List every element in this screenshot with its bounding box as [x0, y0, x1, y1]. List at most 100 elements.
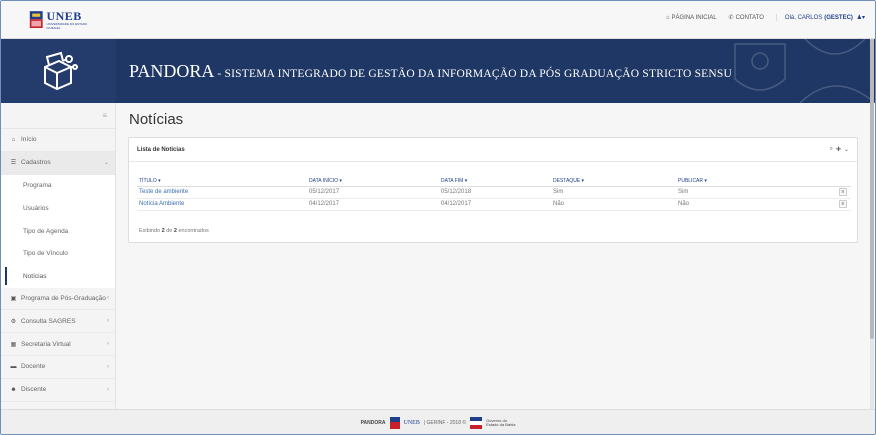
sidebar: ≡ ⌂ Início ☰ Cadastros ⌄ Programa Usuári… — [1, 103, 116, 409]
home-link[interactable]: ⌂ PÁGINA INICIAL — [666, 15, 717, 21]
count-prefix: Exibindo — [139, 228, 162, 234]
sidebar-item-label: Início — [21, 136, 37, 144]
sidebar-subitem-label: Tipo de Vínculo — [23, 250, 68, 258]
home-link-label: PÁGINA INICIAL — [671, 14, 717, 21]
table-row[interactable]: Teste de ambiente 05/12/2017 05/12/2018 … — [137, 186, 851, 199]
pandora-box-icon — [43, 51, 78, 91]
user-menu[interactable]: Olá, CARLOS (GESTEC) ♟▾ — [775, 14, 865, 21]
sidebar-subitem-label: Programa — [23, 182, 52, 190]
count-mid: de — [164, 228, 174, 234]
book-icon: ▣ — [10, 295, 17, 302]
news-table: TÍTULO ▾ DATA INÍCIO ▾ DATA FIM ▾ DESTAQ… — [137, 176, 851, 211]
list-icon: ☰ — [10, 160, 17, 167]
top-nav: ⌂ PÁGINA INICIAL ✆ CONTATO Olá, CARLOS (… — [666, 14, 865, 21]
chevron-left-icon: ‹ — [107, 295, 109, 302]
top-bar: UNEB UNIVERSIDADE DO ESTADO DA BAHIA ⌂ P… — [1, 1, 875, 39]
sidebar-subitem-label: Notícias — [23, 272, 47, 280]
count-suffix: encontrados — [176, 228, 209, 234]
sidebar-toggle[interactable]: ≡ — [1, 103, 115, 129]
uneb-shield-icon — [389, 416, 400, 429]
scrollbar-thumb[interactable] — [870, 39, 874, 339]
search-icon[interactable]: ⌕ — [830, 146, 833, 153]
uneb-logo[interactable]: UNEB UNIVERSIDADE DO ESTADO DA BAHIA — [29, 7, 91, 33]
panel-tools: ⌕ ✚ ⌄ — [830, 146, 849, 153]
panel-title: Lista de Notícias — [137, 146, 185, 153]
bahia-government-icon — [470, 416, 483, 429]
cell-actions: ≡ — [837, 198, 851, 211]
cell-destaque: Não — [551, 198, 676, 211]
sidebar-item-label: Consulta SAGRES — [21, 317, 76, 325]
sidebar-subitem-programa[interactable]: Programa — [1, 174, 115, 198]
cell-publicar: Sim — [676, 186, 837, 199]
sidebar-subitem-usuarios[interactable]: Usuários — [1, 197, 115, 220]
home-icon: ⌂ — [665, 14, 670, 21]
uneb-shield-icon — [29, 11, 43, 29]
column-header-data-fim[interactable]: DATA FIM ▾ — [439, 176, 551, 187]
sidebar-item-label: Discente — [21, 386, 47, 394]
main-content: Notícias Lista de Notícias ⌕ ✚ ⌄ TÍTULO … — [116, 103, 875, 409]
hamburger-icon: ≡ — [102, 111, 107, 120]
sidebar-item-discente[interactable]: ☻ Discente ‹ — [1, 379, 115, 402]
sidebar-item-inicio[interactable]: ⌂ Início — [1, 129, 115, 152]
gear-icon: ⚙ — [10, 318, 17, 325]
column-header-publicar[interactable]: PUBLICAR ▾ — [676, 176, 837, 187]
banner: PANDORA - SISTEMA INTEGRADO DE GESTÃO DA… — [1, 39, 875, 103]
sidebar-item-label: Cadastros — [21, 159, 51, 167]
row-menu-button[interactable]: ≡ — [839, 188, 847, 196]
sidebar-subitem-noticias[interactable]: Notícias — [1, 264, 115, 288]
cell-titulo[interactable]: Notícia Ambiente — [137, 198, 307, 211]
cell-data-fim: 05/12/2018 — [439, 186, 551, 199]
page-title: Notícias — [129, 111, 184, 128]
sidebar-item-programa-pos[interactable]: ▣ Programa de Pós-Graduação ‹ — [1, 288, 115, 311]
contact-link[interactable]: ✆ CONTATO — [728, 14, 764, 22]
column-header-actions — [837, 176, 851, 187]
sidebar-subitem-tipo-vinculo[interactable]: Tipo de Vínculo — [1, 242, 115, 265]
phone-icon: ✆ — [728, 15, 734, 21]
browser-frame: UNEB UNIVERSIDADE DO ESTADO DA BAHIA ⌂ P… — [0, 0, 876, 435]
gov-line2: Estado da Bahia — [486, 421, 516, 427]
user-role: (GESTEC) — [824, 14, 853, 21]
row-menu-button[interactable]: ≡ — [839, 200, 847, 208]
chevron-down-icon: ⌄ — [103, 160, 109, 167]
logo-text: UNEB — [46, 9, 82, 23]
column-header-destaque[interactable]: DESTAQUE ▾ — [551, 176, 676, 187]
sidebar-item-cadastros[interactable]: ☰ Cadastros ⌄ — [1, 151, 115, 175]
record-count: Exibindo 2 de 2 encontrados — [139, 228, 209, 234]
cell-publicar: Não — [676, 198, 837, 211]
column-header-titulo[interactable]: TÍTULO ▾ — [137, 176, 307, 187]
footer-brand: PANDORA — [360, 419, 386, 426]
system-title-rest: - SISTEMA INTEGRADO DE GESTÃO DA INFORMA… — [214, 68, 732, 80]
cell-data-fim: 04/12/2017 — [439, 198, 551, 211]
add-icon[interactable]: ✚ — [836, 146, 841, 153]
sidebar-item-label: Secretaria Virtual — [21, 340, 71, 348]
sidebar-item-docente[interactable]: ▬ Docente ‹ — [1, 356, 115, 379]
sidebar-item-secretaria-virtual[interactable]: ▦ Secretaria Virtual ‹ — [1, 333, 115, 356]
logo-subtext: UNIVERSIDADE DO ESTADO DA BAHIA — [46, 22, 88, 30]
user-icon: ♟▾ — [854, 15, 865, 21]
user-greeting: Olá, CARLOS — [784, 14, 823, 21]
cell-actions: ≡ — [837, 186, 851, 199]
chevron-left-icon: ‹ — [107, 341, 109, 348]
panel-header: Lista de Notícias ⌕ ✚ ⌄ — [129, 138, 857, 162]
contact-link-label: CONTATO — [735, 14, 764, 21]
chevron-down-icon[interactable]: ⌄ — [844, 146, 849, 153]
table-header-row: TÍTULO ▾ DATA INÍCIO ▾ DATA FIM ▾ DESTAQ… — [137, 176, 851, 187]
bank-icon: ▦ — [10, 341, 17, 348]
sidebar-item-consulta-sagres[interactable]: ⚙ Consulta SAGRES ‹ — [1, 310, 115, 334]
footer: PANDORA UNEB | GERINF - 2018 © Governo d… — [1, 409, 875, 434]
pandora-logo-block[interactable] — [1, 39, 116, 103]
column-header-data-inicio[interactable]: DATA INÍCIO ▾ — [307, 176, 439, 187]
sidebar-subitem-tipo-agenda[interactable]: Tipo de Agenda — [1, 219, 115, 243]
page-scrollbar[interactable] — [870, 39, 874, 409]
users-icon: ☻ — [10, 386, 17, 393]
cell-destaque: Sim — [551, 186, 676, 199]
bahia-government-logo: Governo do Estado da Bahia — [486, 418, 516, 427]
chevron-left-icon: ‹ — [107, 386, 109, 393]
cell-titulo[interactable]: Teste de ambiente — [137, 186, 307, 199]
table-row[interactable]: Notícia Ambiente 04/12/2017 04/12/2017 N… — [137, 198, 851, 211]
system-title-main: PANDORA — [129, 61, 215, 81]
chevron-left-icon: ‹ — [107, 363, 109, 370]
cell-data-inicio: 04/12/2017 — [307, 198, 439, 211]
banner-crest-decoration — [734, 39, 875, 103]
sidebar-subitem-label: Tipo de Agenda — [23, 227, 69, 235]
